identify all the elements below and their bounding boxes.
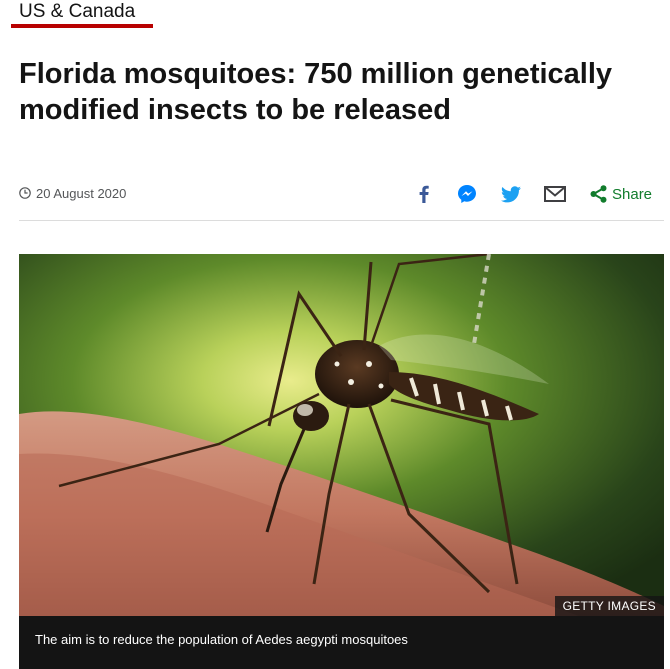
email-icon[interactable] <box>544 183 566 205</box>
share-label: Share <box>612 185 653 203</box>
image-caption-text: The aim is to reduce the population of A… <box>35 632 408 647</box>
timestamp: 20 August 2020 <box>19 185 126 201</box>
image-caption: The aim is to reduce the population of A… <box>19 616 664 669</box>
article-date: 20 August 2020 <box>36 185 127 201</box>
twitter-icon[interactable] <box>500 183 522 205</box>
article-image: GETTY IMAGES <box>19 254 664 616</box>
clock-icon <box>19 187 31 199</box>
messenger-icon[interactable] <box>456 183 478 205</box>
share-button[interactable]: Share <box>590 183 652 205</box>
article-meta-row: 20 August 2020 Share <box>19 180 664 208</box>
share-icon <box>590 185 607 203</box>
divider <box>19 220 664 221</box>
image-credit: GETTY IMAGES <box>554 596 664 616</box>
mosquito-image <box>19 254 664 616</box>
facebook-icon[interactable] <box>413 183 435 205</box>
article-headline: Florida mosquitoes: 750 million genetica… <box>19 58 613 126</box>
section-underline <box>11 24 153 28</box>
section-link-us-canada[interactable]: US & Canada <box>19 0 135 24</box>
